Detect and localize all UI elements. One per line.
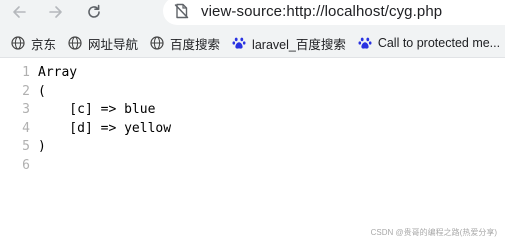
arrow-right-icon xyxy=(49,6,62,18)
line-content: Array xyxy=(38,65,78,80)
reload-icon xyxy=(88,4,100,18)
bookmark-label: 网址导航 xyxy=(88,37,139,52)
browser-chrome: view-source:http://localhost/cyg.php 京东 xyxy=(0,0,505,58)
address-url[interactable]: view-source:http://localhost/cyg.php xyxy=(201,3,442,20)
not-secure-icon[interactable] xyxy=(173,3,189,19)
line-number: 3 xyxy=(22,102,30,117)
back-button[interactable] xyxy=(8,1,30,23)
globe-icon xyxy=(10,35,26,51)
address-bar[interactable]: view-source:http://localhost/cyg.php xyxy=(163,0,505,25)
bookmark-laravel-baidu[interactable]: laravel_百度搜索 xyxy=(231,32,346,54)
bookmark-label: laravel_百度搜索 xyxy=(252,37,346,52)
arrow-left-icon xyxy=(13,6,26,18)
line-number: 5 xyxy=(22,139,30,154)
reload-button[interactable] xyxy=(83,1,105,23)
line-content: ) xyxy=(38,139,46,154)
line-content: [d] => yellow xyxy=(38,120,172,136)
watermark: CSDN @贵哥的编程之路(热爱分享) xyxy=(370,228,497,237)
bookmark-label: 京东 xyxy=(31,37,57,52)
bookmark-label: Call to protected me... xyxy=(377,36,501,50)
bookmark-web-nav[interactable]: 网址导航 xyxy=(67,32,138,54)
bookmark-jd[interactable]: 京东 xyxy=(10,32,56,54)
source-line: 6 xyxy=(0,157,505,176)
forward-button[interactable] xyxy=(45,1,67,23)
source-line: 2 ( xyxy=(0,83,505,102)
baidu-paw-icon xyxy=(231,35,247,51)
bookmarks-bar: 京东 网址导航 百度搜索 laravel_百度搜索 Call to protec… xyxy=(0,30,505,56)
bookmark-call-protected[interactable]: Call to protected me... xyxy=(357,32,500,54)
bookmark-label: 百度搜索 xyxy=(170,37,221,52)
source-line: 3 [c] => blue xyxy=(0,101,505,120)
source-view: 1 Array 2 ( 3 [c] => blue 4 [d] => yello… xyxy=(0,64,505,175)
line-number: 6 xyxy=(22,157,30,173)
browser-toolbar: view-source:http://localhost/cyg.php xyxy=(0,0,505,28)
source-line: 4 [d] => yellow xyxy=(0,120,505,139)
source-line: 5 ) xyxy=(0,138,505,157)
globe-icon xyxy=(149,35,165,51)
line-content: [c] => blue xyxy=(38,102,156,117)
baidu-paw-icon xyxy=(357,35,373,51)
source-line: 1 Array xyxy=(0,64,505,83)
line-number: 4 xyxy=(22,120,30,136)
bookmark-baidu-search[interactable]: 百度搜索 xyxy=(149,32,220,54)
globe-icon xyxy=(67,35,83,51)
line-content: ( xyxy=(38,83,46,99)
line-number: 2 xyxy=(22,83,30,99)
line-number: 1 xyxy=(22,65,30,80)
